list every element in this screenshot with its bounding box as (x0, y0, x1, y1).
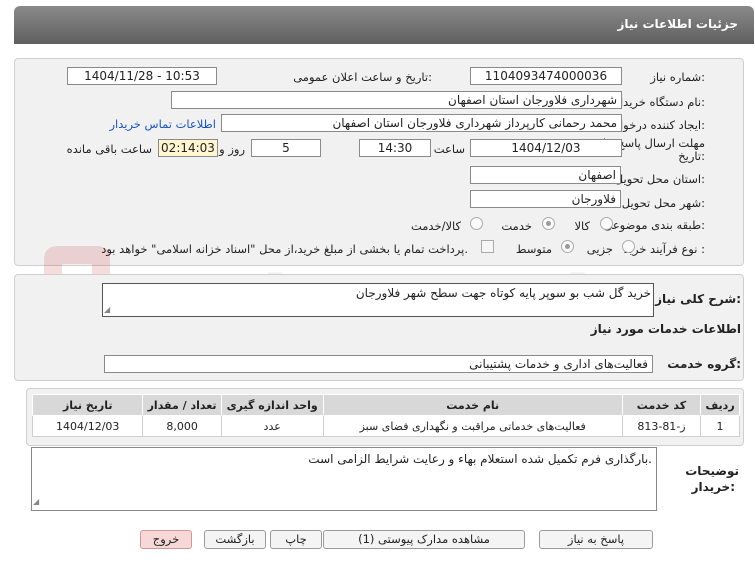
time-remaining-field: 02:14:03 (158, 139, 218, 157)
resize-handle[interactable]: ◢ (104, 305, 110, 314)
view-attachments-button[interactable]: مشاهده مدارک پیوستی (1) (323, 530, 525, 549)
exit-button[interactable]: خروج (140, 530, 192, 549)
window-title-bar: جزئیات اطلاعات نیاز (14, 6, 754, 44)
back-button[interactable]: بازگشت (204, 530, 266, 549)
col-unit: واحد اندازه گیری (220, 394, 324, 416)
col-row-number: ردیف (700, 394, 740, 416)
category-option-service: خدمت (501, 219, 532, 233)
print-button[interactable]: چاپ (270, 530, 322, 549)
category-option-goods: کالا (574, 219, 590, 233)
services-section-title: اطلاعات خدمات مورد نیاز (590, 322, 741, 336)
cell-quantity: 8,000 (142, 415, 222, 437)
days-remaining-field: 5 (251, 139, 321, 157)
cell-service-name: فعالیت‌های خدماتی مراقبت و نگهداری فضای … (322, 415, 623, 437)
col-service-code: کد خدمت (621, 394, 702, 416)
services-table: تاریخ نیاز تعداد / مقدار واحد اندازه گیر… (31, 394, 740, 437)
city-field: فلاورجان (470, 190, 621, 208)
deadline-time-label: ساعت (433, 142, 465, 156)
process-label: نوع فرآیند خرید : (623, 242, 705, 256)
need-info-panel (14, 58, 744, 266)
process-radio-minor[interactable] (622, 240, 635, 253)
process-option-medium: متوسط (515, 242, 552, 256)
description-field: خرید گل شب بو سوپر پایه کوتاه جهت سطح شه… (102, 283, 654, 317)
province-label: استان محل تحویل: (614, 172, 705, 186)
buyer-notes-label-2: خریدار: (691, 480, 735, 494)
announce-date-field: 1404/11/28 - 10:53 (67, 67, 217, 85)
col-need-date: تاریخ نیاز (31, 394, 144, 416)
col-service-name: نام خدمت (322, 394, 623, 416)
col-quantity: تعداد / مقدار (142, 394, 222, 416)
service-group-field: فعالیت‌های اداری و خدمات پشتیبانی (104, 355, 653, 373)
cell-unit: عدد (220, 415, 324, 437)
table-header-row: تاریخ نیاز تعداد / مقدار واحد اندازه گیر… (31, 394, 740, 416)
service-group-label: گروه خدمت: (667, 357, 741, 371)
cell-service-code: ز-81-813 (621, 415, 702, 437)
days-label: روز و (219, 142, 245, 156)
province-field: اصفهان (470, 166, 621, 184)
deadline-time-field: 14:30 (359, 139, 431, 157)
buyer-contact-link[interactable]: اطلاعات تماس خریدار (109, 117, 216, 131)
description-label: شرح کلی نیاز: (655, 292, 741, 306)
treasury-payment-checkbox[interactable] (481, 240, 494, 253)
treasury-payment-note: پرداخت تمام یا بخشی از مبلغ خرید،از محل … (101, 242, 468, 256)
category-radio-goods-service[interactable] (470, 217, 483, 230)
notes-resize-handle[interactable]: ◢ (33, 497, 39, 506)
buyer-org-label: نام دستگاه خریدار: (614, 95, 705, 109)
category-label: طبقه بندی موضوعی: (603, 218, 705, 232)
announce-date-label: تاریخ و ساعت اعلان عمومی: (293, 70, 432, 84)
creator-field: محمد رحمانی کارپرداز شهرداری فلاورجان اس… (221, 114, 622, 132)
cell-row-number: 1 (700, 415, 740, 437)
deadline-date-field: 1404/12/03 (470, 139, 622, 157)
need-number-label: شماره نیاز: (650, 70, 705, 84)
time-remaining-label: ساعت باقی مانده (66, 142, 152, 156)
category-radio-service[interactable] (542, 217, 555, 230)
category-radio-goods[interactable] (600, 217, 613, 230)
buyer-org-field: شهرداری فلاورجان استان اصفهان (171, 91, 622, 109)
category-option-goods-service: کالا/خدمت (410, 219, 461, 233)
process-radio-medium[interactable] (561, 240, 574, 253)
process-option-minor: جزیی (586, 242, 613, 256)
city-label: شهر محل تحویل: (621, 196, 705, 210)
need-number-field: 1104093474000036 (470, 67, 622, 85)
deadline-label-date: تاریخ: (678, 149, 705, 163)
buyer-notes-label: توضیحات (685, 464, 739, 478)
cell-need-date: 1404/12/03 (31, 415, 144, 437)
reply-button[interactable]: پاسخ به نیاز (539, 530, 653, 549)
window-title: جزئیات اطلاعات نیاز (617, 17, 738, 31)
table-row: 1404/12/03 8,000 عدد فعالیت‌های خدماتی م… (31, 415, 740, 437)
buyer-notes-field: بارگذاری فرم تکمیل شده استعلام بهاء و رع… (31, 447, 657, 511)
